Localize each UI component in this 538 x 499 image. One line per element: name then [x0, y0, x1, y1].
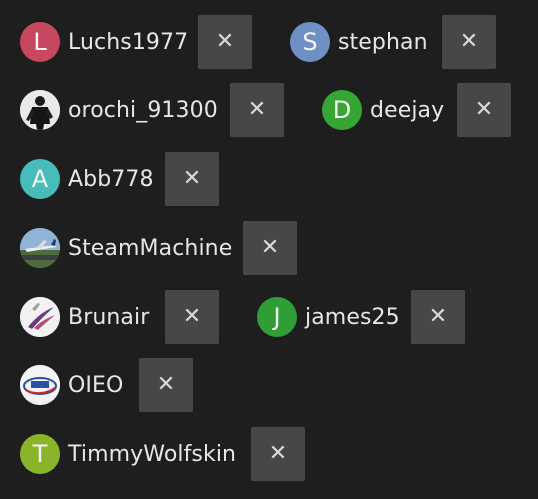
- photo-avatar-airplane-icon: [20, 228, 60, 268]
- remove-button[interactable]: ✕: [411, 290, 465, 344]
- user-name: Brunair: [68, 304, 150, 330]
- remove-button[interactable]: ✕: [165, 152, 219, 206]
- avatar-letter: A: [31, 165, 49, 193]
- remove-button[interactable]: ✕: [165, 290, 219, 344]
- user-name: TimmyWolfskin: [68, 441, 237, 467]
- close-icon: ✕: [459, 29, 479, 54]
- remove-button[interactable]: ✕: [251, 427, 305, 481]
- user-name: OIEO: [68, 372, 124, 398]
- avatar-letter: L: [33, 28, 47, 56]
- user-name: Abb778: [68, 166, 154, 192]
- remove-button[interactable]: ✕: [198, 15, 252, 69]
- remove-button[interactable]: ✕: [230, 83, 284, 137]
- user-name: deejay: [370, 97, 445, 123]
- avatar: S: [290, 22, 330, 62]
- close-icon: ✕: [215, 29, 235, 54]
- avatar: D: [322, 90, 362, 130]
- user-chip-timmywolfskin: T TimmyWolfskin ✕: [20, 427, 305, 481]
- avatar-letter: T: [32, 440, 48, 468]
- close-icon: ✕: [474, 97, 494, 122]
- user-chip-orochi-91300: orochi_91300 ✕: [20, 83, 284, 137]
- close-icon: ✕: [247, 97, 267, 122]
- photo-avatar-person-icon: [20, 90, 60, 130]
- user-name: stephan: [338, 29, 428, 55]
- avatar-letter: J: [273, 303, 281, 331]
- avatar-letter: D: [332, 96, 352, 124]
- close-icon: ✕: [182, 166, 202, 191]
- avatar-letter: S: [302, 28, 318, 56]
- user-chip-abb778: A Abb778 ✕: [20, 152, 219, 206]
- close-icon: ✕: [268, 441, 288, 466]
- avatar: A: [20, 159, 60, 199]
- remove-button[interactable]: ✕: [139, 358, 193, 412]
- close-icon: ✕: [428, 304, 448, 329]
- remove-button[interactable]: ✕: [457, 83, 511, 137]
- avatar: L: [20, 22, 60, 62]
- user-chip-luchs1977: L Luchs1977 ✕: [20, 15, 252, 69]
- close-icon: ✕: [156, 372, 176, 397]
- user-name: SteamMachine: [68, 235, 233, 261]
- user-chip-brunair: Brunair ✕: [20, 290, 219, 344]
- user-chip-james25: J james25 ✕: [257, 290, 465, 344]
- user-chip-deejay: D deejay ✕: [322, 83, 511, 137]
- oieo-logo-icon: [20, 365, 60, 405]
- avatar: T: [20, 434, 60, 474]
- close-icon: ✕: [182, 304, 202, 329]
- user-chip-oieo: OIEO ✕: [20, 358, 193, 412]
- airline-logo-icon: [20, 297, 60, 337]
- user-name: james25: [305, 304, 400, 330]
- remove-button[interactable]: ✕: [243, 221, 297, 275]
- user-chip-steammachine: SteamMachine ✕: [20, 221, 297, 275]
- close-icon: ✕: [260, 235, 280, 260]
- user-name: Luchs1977: [68, 29, 189, 55]
- user-name: orochi_91300: [68, 97, 218, 123]
- avatar: J: [257, 297, 297, 337]
- user-chip-list: { "remove_glyph": "✕", "chips": [ {"name…: [0, 0, 538, 499]
- remove-button[interactable]: ✕: [442, 15, 496, 69]
- user-chip-stephan: S stephan ✕: [290, 15, 496, 69]
